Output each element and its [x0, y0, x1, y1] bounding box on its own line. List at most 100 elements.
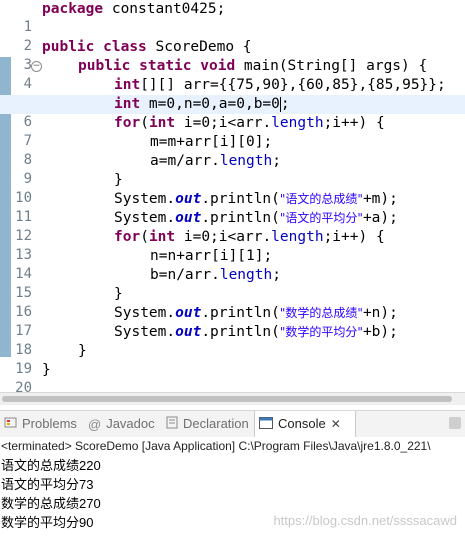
console-output-line: 语文的总成绩220	[1, 458, 101, 473]
field-length: length	[271, 115, 324, 131]
keyword: for	[114, 229, 141, 245]
code-line[interactable]: 2	[0, 19, 465, 54]
tab-label: Problems	[22, 416, 77, 431]
expression: +m);	[362, 191, 398, 207]
semicolon: ;	[272, 153, 281, 169]
close-icon[interactable]: ✕	[331, 417, 341, 431]
keyword: int	[114, 77, 141, 93]
tab-label: Javadoc	[106, 416, 155, 431]
problems-icon	[4, 412, 17, 438]
keyword: int	[148, 229, 176, 245]
string-literal: "语文的平均分"	[279, 211, 363, 225]
keyword: int	[148, 115, 176, 131]
watermark-text: https://blog.csdn.net/ssssacawd	[273, 513, 457, 528]
console-output-line: 数学的平均分90	[1, 515, 94, 530]
field-length: length	[219, 267, 273, 283]
statement: m=m+arr[i][0];	[150, 134, 273, 150]
semicolon: ;	[280, 96, 290, 112]
tab-javadoc[interactable]: @ Javadoc	[84, 411, 162, 437]
close-brace: }	[114, 172, 123, 188]
package-name: constant0425;	[103, 1, 226, 17]
close-brace: }	[78, 343, 87, 359]
console-icon	[259, 412, 273, 438]
class-ref: System.	[114, 305, 176, 321]
loop-tail: ;i++) {	[323, 115, 385, 131]
static-field: out	[175, 324, 202, 340]
minimize-view-button[interactable]	[449, 417, 461, 429]
code-line[interactable]: 21	[0, 380, 465, 392]
console-output-line: 语文的平均分73	[1, 477, 94, 492]
code-line[interactable]: 11 System.out.println("语文的总成绩"+m);	[0, 190, 465, 225]
console-terminated-label: <terminated> ScoreDemo [Java Application…	[1, 439, 431, 453]
tab-console[interactable]: Console ✕	[254, 411, 356, 437]
current-code-line[interactable]: 6 int m=0,n=0,a=0,b=0;	[0, 95, 465, 130]
tab-declaration[interactable]: Declaration	[162, 411, 256, 437]
code-line[interactable]: 8 m=m+arr[i][0];	[0, 133, 465, 168]
method-signature: main(String[] args) {	[235, 58, 428, 74]
paren: (	[140, 229, 149, 245]
string-literal: "语文的总成绩"	[279, 192, 363, 206]
declaration-icon	[166, 412, 178, 438]
expression: +b);	[362, 324, 398, 340]
field-length: length	[219, 153, 273, 169]
code-line[interactable]: 12 System.out.println("语文的平均分"+a);	[0, 209, 465, 244]
class-ref: System.	[114, 324, 176, 340]
code-line[interactable]: 16 }	[0, 285, 465, 320]
method-call: .println(	[201, 210, 280, 226]
scrollbar-thumb[interactable]	[2, 396, 452, 402]
variable-declaration: m=0,n=0,a=0,b=0	[140, 96, 280, 112]
field-length: length	[271, 229, 324, 245]
statement: a=m/arr.	[150, 153, 220, 169]
code-line[interactable]: 18 System.out.println("数学的平均分"+b);	[0, 323, 465, 358]
array-declaration: [][] arr={{75,90},{60,85},{85,95}};	[140, 77, 446, 93]
code-editor[interactable]: 1 package constant0425; 2 3 public class…	[0, 0, 465, 392]
keyword: package	[42, 1, 104, 17]
class-ref: System.	[114, 191, 176, 207]
expression: +n);	[362, 305, 398, 321]
string-literal: "数学的平均分"	[279, 325, 363, 339]
code-line[interactable]: 10 }	[0, 171, 465, 206]
keyword: void	[200, 58, 236, 74]
code-line[interactable]: 5 int[][] arr={{75,90},{60,85},{85,95}};	[0, 76, 465, 111]
loop-init: i=0;i<arr.	[175, 229, 272, 245]
static-field: out	[175, 210, 202, 226]
tab-label: Declaration	[183, 416, 249, 431]
at-sign-icon: @	[88, 416, 102, 432]
fold-toggle-icon[interactable]: −	[31, 61, 42, 72]
class-name: ScoreDemo {	[146, 39, 252, 55]
tab-label: Console	[278, 416, 326, 431]
code-line[interactable]: 4 − public static void main(String[] arg…	[0, 57, 465, 92]
expression: +a);	[362, 210, 398, 226]
horizontal-scrollbar[interactable]	[0, 392, 465, 405]
code-line[interactable]: 7 for(int i=0;i<arr.length;i++) {	[0, 114, 465, 149]
static-field: out	[175, 191, 202, 207]
code-line[interactable]: 9 a=m/arr.length;	[0, 152, 465, 187]
code-line[interactable]: 20 }	[0, 361, 465, 392]
view-tab-bar: Problems @ Javadoc Declaration Console ✕	[0, 410, 465, 438]
string-literal: "数学的总成绩"	[279, 306, 363, 320]
tab-problems[interactable]: Problems	[0, 411, 82, 437]
code-line[interactable]: 14 n=n+arr[i][1];	[0, 247, 465, 282]
code-line[interactable]: 13 for(int i=0;i<arr.length;i++) {	[0, 228, 465, 263]
code-line[interactable]: 19 }	[0, 342, 465, 377]
console-view[interactable]: <terminated> ScoreDemo [Java Application…	[0, 437, 465, 537]
keyword: for	[114, 115, 141, 131]
code-line[interactable]: 3 public class ScoreDemo {	[0, 38, 465, 73]
keyword: int	[114, 96, 141, 112]
keyword: static	[139, 58, 192, 74]
semicolon: ;	[272, 267, 281, 283]
keyword: public	[42, 39, 95, 55]
static-field: out	[175, 305, 202, 321]
close-brace: }	[114, 286, 123, 302]
paren: (	[140, 115, 149, 131]
loop-tail: ;i++) {	[323, 229, 385, 245]
method-call: .println(	[201, 305, 280, 321]
statement: b=n/arr.	[150, 267, 220, 283]
keyword: public	[78, 58, 131, 74]
close-brace: }	[42, 362, 51, 378]
method-call: .println(	[201, 191, 280, 207]
code-line[interactable]: 17 System.out.println("数学的总成绩"+n);	[0, 304, 465, 339]
method-call: .println(	[201, 324, 280, 340]
code-line[interactable]: 1 package constant0425;	[0, 0, 465, 35]
code-line[interactable]: 15 b=n/arr.length;	[0, 266, 465, 301]
